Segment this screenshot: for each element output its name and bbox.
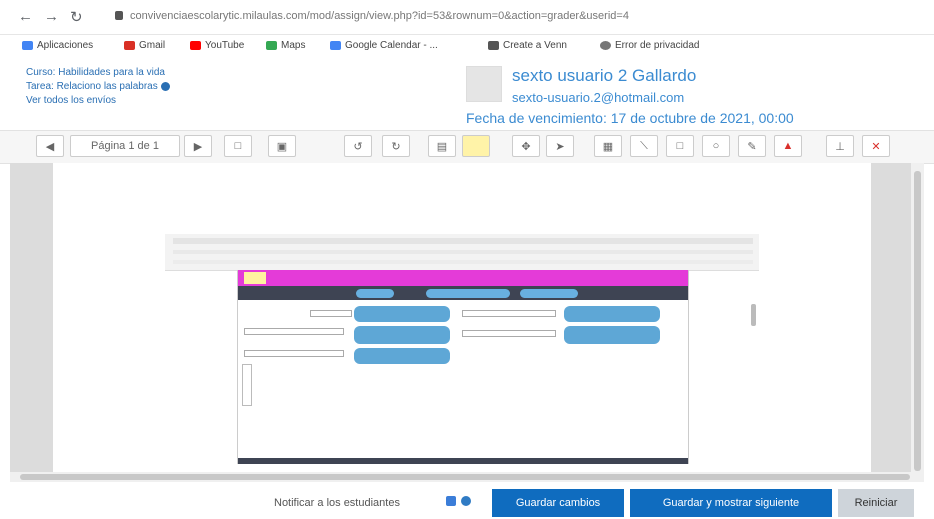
bookmark-gmail[interactable]: Gmail — [124, 40, 165, 51]
oval-icon[interactable]: ○ — [702, 135, 730, 157]
bookmark-maps[interactable]: Maps — [266, 40, 305, 51]
horizontal-scrollbar[interactable] — [10, 472, 924, 482]
calendar-icon — [330, 41, 341, 50]
embedded-pill — [426, 289, 510, 298]
expand-icon[interactable]: □ — [224, 135, 252, 157]
forward-icon[interactable]: → — [44, 8, 59, 25]
embedded-word — [244, 350, 344, 357]
course-link[interactable]: Curso: Habilidades para la vida — [26, 66, 170, 80]
gmail-icon — [124, 41, 135, 50]
avatar — [466, 66, 502, 102]
embedded-definition — [564, 306, 660, 322]
annotation-toolbar: ◀ Página 1 de 1 ▶ □ ▣ ↺ ↻ ▤ ✥ ➤ ▦ ⟍ □ ○ … — [0, 130, 934, 164]
embedded-bottom-bar — [238, 458, 688, 464]
prev-page-icon[interactable]: ◀ — [36, 135, 64, 157]
embedded-word — [310, 310, 352, 317]
color-swatch-icon[interactable] — [462, 135, 490, 157]
grading-footer: Notificar a los estudiantes Guardar camb… — [0, 484, 934, 519]
embedded-dark-bar — [238, 286, 688, 300]
comment-icon[interactable]: ▤ — [428, 135, 456, 157]
submission-screenshot — [165, 234, 759, 464]
embedded-definition — [564, 326, 660, 344]
pen-icon[interactable]: ✎ — [738, 135, 766, 157]
save-and-show-next-button[interactable]: Guardar y mostrar siguiente — [630, 489, 832, 517]
pan-icon[interactable]: ✥ — [512, 135, 540, 157]
apps-icon — [22, 41, 33, 50]
page-selector[interactable]: Página 1 de 1 — [70, 135, 180, 157]
collapse-icon[interactable]: ▣ — [268, 135, 296, 157]
embedded-logo — [244, 272, 266, 284]
stamp-tool-icon[interactable]: ⊥ — [826, 135, 854, 157]
course-info: Curso: Habilidades para la vida Tarea: R… — [26, 66, 170, 108]
reset-button[interactable]: Reiniciar — [838, 489, 914, 517]
embedded-scrollbar — [751, 304, 756, 326]
venn-icon — [488, 41, 499, 50]
due-date: Fecha de vencimiento: 17 de octubre de 2… — [466, 110, 794, 126]
rotate-left-icon[interactable]: ↺ — [344, 135, 372, 157]
bookmark-privacy[interactable]: Error de privacidad — [600, 40, 699, 51]
line-icon[interactable]: ⟍ — [630, 135, 658, 157]
assignment-link[interactable]: Tarea: Relaciono las palabras — [26, 80, 170, 94]
back-icon[interactable]: ← — [18, 8, 33, 25]
embedded-definition — [354, 306, 450, 322]
bookmark-youtube[interactable]: YouTube — [190, 40, 244, 51]
bookmark-apps[interactable]: Aplicaciones — [22, 40, 93, 51]
vertical-scrollbar-thumb[interactable] — [914, 171, 921, 471]
embedded-activity — [237, 270, 689, 464]
privacy-icon — [600, 41, 611, 50]
embedded-url-bar — [173, 250, 753, 254]
select-icon[interactable]: ➤ — [546, 135, 574, 157]
rectangle-icon[interactable]: □ — [666, 135, 694, 157]
notify-checkbox[interactable] — [446, 496, 456, 506]
embedded-word — [462, 330, 556, 337]
embedded-tab-strip — [173, 238, 753, 244]
next-page-icon[interactable]: ▶ — [184, 135, 212, 157]
info-icon[interactable] — [160, 81, 170, 91]
bookmark-venn[interactable]: Create a Venn — [488, 40, 567, 51]
bookmark-calendar[interactable]: Google Calendar - ... — [330, 40, 438, 51]
embedded-pill — [520, 289, 578, 298]
close-icon[interactable]: ✕ — [862, 135, 890, 157]
lock-icon — [115, 11, 123, 20]
maps-icon — [266, 41, 277, 50]
user-name[interactable]: sexto usuario 2 Gallardo — [512, 66, 696, 86]
embedded-definition — [354, 326, 450, 344]
youtube-icon — [190, 41, 201, 50]
embedded-word — [244, 328, 344, 335]
highlighter-icon[interactable]: ▲ — [774, 135, 802, 157]
user-email: sexto-usuario.2@hotmail.com — [512, 90, 685, 105]
embedded-pill — [356, 289, 394, 298]
embedded-definition — [354, 348, 450, 364]
reload-icon[interactable]: ↻ — [70, 8, 83, 26]
embedded-header-bar — [238, 270, 688, 286]
embedded-word — [462, 310, 556, 317]
bookmarks-bar: Aplicaciones Gmail YouTube Maps Google C… — [0, 34, 934, 58]
vertical-scrollbar[interactable] — [911, 163, 924, 472]
horizontal-scrollbar-thumb[interactable] — [20, 474, 910, 480]
rotate-right-icon[interactable]: ↻ — [382, 135, 410, 157]
browser-address-bar: ← → ↻ convivenciaescolarytic.milaulas.co… — [0, 0, 934, 35]
view-all-submissions-link[interactable]: Ver todos los envíos — [26, 94, 170, 108]
help-icon[interactable] — [461, 496, 471, 506]
save-changes-button[interactable]: Guardar cambios — [492, 489, 624, 517]
embedded-bookmarks — [173, 260, 753, 264]
url-field[interactable]: convivenciaescolarytic.milaulas.com/mod/… — [130, 10, 629, 22]
stamp-icon[interactable]: ▦ — [594, 135, 622, 157]
embedded-side-tab — [242, 364, 252, 406]
notify-students-label: Notificar a los estudiantes — [274, 497, 400, 509]
embedded-browser-chrome — [165, 234, 759, 271]
